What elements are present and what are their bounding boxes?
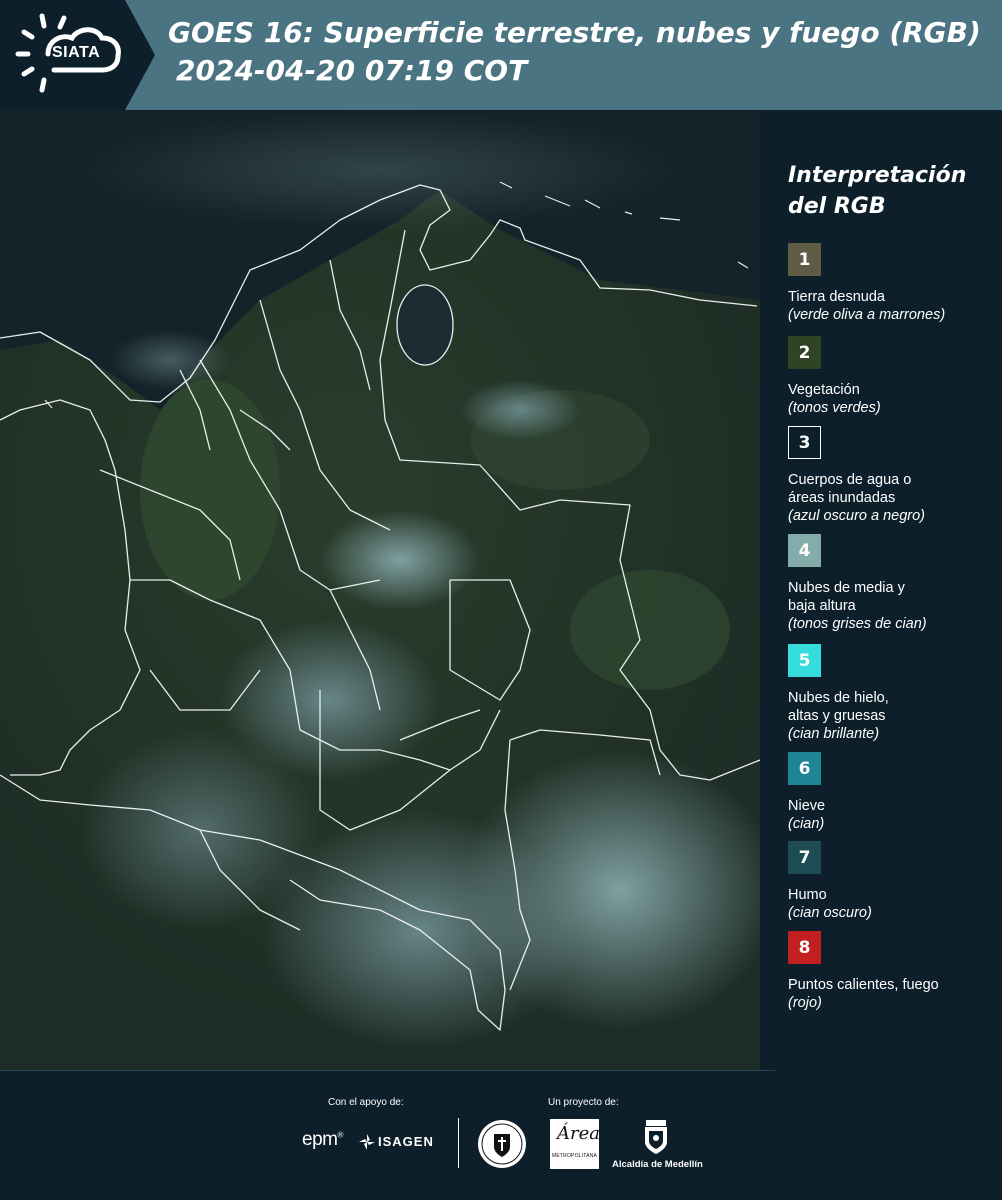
legend-item-sublabel: (rojo) [788, 995, 822, 1011]
legend-item: 4 Nubes de media y baja altura (tonos grise… [788, 534, 1000, 633]
siata-logo-text: SIATA [52, 44, 101, 61]
legend-title-line-1: Interpretación [788, 163, 967, 188]
legend-item-label: Nieve (cian) [788, 797, 1000, 833]
legend-item-sublabel: (tonos verdes) [788, 400, 881, 416]
legend-item-label: Tierra desnuda (verde oliva a marrones) [788, 288, 1000, 324]
satellite-map [0, 110, 760, 1070]
legend-item-label-line: Nubes de media y [788, 580, 905, 596]
legend-item-label-line: Puntos calientes, fuego [788, 977, 939, 993]
legend-item-label-line: áreas inundadas [788, 490, 896, 506]
legend-item: 5 Nubes de hielo, altas y gruesas (cian bri… [788, 644, 1000, 743]
legend-item: 8 Puntos calientes, fuego (rojo) [788, 931, 1000, 1012]
coat-of-arms-icon [645, 1120, 667, 1154]
rgb-legend: Interpretación del RGB [788, 160, 998, 234]
title-line-1: GOES 16: Superficie terrestre, nubes y f… [168, 16, 981, 49]
legend-item-label-line: Nubes de hielo, [788, 690, 889, 706]
legend-item: 7 Humo (cian oscuro) [788, 841, 1000, 922]
legend-item-label-line: Vegetación [788, 382, 860, 398]
legend-swatch: 3 [788, 426, 821, 459]
legend-item-sublabel: (cian) [788, 816, 825, 832]
legend-item-label: Vegetación (tonos verdes) [788, 381, 1000, 417]
legend-swatch: 2 [788, 336, 821, 369]
legend-item-sublabel: (cian brillante) [788, 726, 880, 742]
university-seal-icon [478, 1120, 526, 1168]
legend-item-label: Nubes de media y baja altura (tonos grises… [788, 579, 1000, 633]
footer-vertical-divider [458, 1118, 459, 1168]
legend-swatch: 7 [788, 841, 821, 874]
legend-item-label-line: Cuerpos de agua o [788, 472, 912, 488]
page-title: GOES 16: Superficie terrestre, nubes y f… [168, 14, 998, 90]
isagen-logo: ISAGEN [378, 1134, 434, 1149]
alcaldia-logo-text: Alcaldía de Medellín [612, 1159, 703, 1170]
footer-divider-line [0, 1070, 775, 1071]
legend-item-sublabel: (tonos grises de cian) [788, 616, 927, 632]
legend-item-label: Humo (cian oscuro) [788, 886, 1000, 922]
epm-logo-text: epm [302, 1129, 338, 1150]
legend-item-sublabel: (cian oscuro) [788, 905, 872, 921]
siata-logo: SIATA [0, 0, 155, 110]
legend-swatch: 5 [788, 644, 821, 677]
header: SIATA GOES 16: Superficie terrestre, nub… [0, 0, 1002, 110]
legend-item-label: Nubes de hielo, altas y gruesas (cian bril… [788, 689, 1000, 743]
area-logo-caption: METROPOLITANA [552, 1153, 598, 1159]
legend-item-label-line: Tierra desnuda [788, 289, 885, 305]
legend-item-label-line: baja altura [788, 598, 856, 614]
legend-item-label-line: Humo [788, 887, 827, 903]
legend-item: 3 Cuerpos de agua o áreas inundadas (azul o… [788, 426, 1000, 525]
epm-logo: epm® [302, 1129, 343, 1150]
project-label: Un proyecto de: [548, 1097, 619, 1108]
legend-item: 1 Tierra desnuda (verde oliva a marrones) [788, 243, 1000, 324]
legend-item-label: Cuerpos de agua o áreas inundadas (azul os… [788, 471, 1000, 525]
legend-swatch: 8 [788, 931, 821, 964]
legend-title: Interpretación del RGB [788, 160, 998, 222]
legend-item-label-line: altas y gruesas [788, 708, 886, 724]
legend-item-label: Puntos calientes, fuego (rojo) [788, 976, 1000, 1012]
legend-title-line-2: del RGB [788, 194, 886, 219]
legend-swatch: 6 [788, 752, 821, 785]
legend-item-sublabel: (azul oscuro a negro) [788, 508, 926, 524]
area-metropolitana-logo: Área METROPOLITANA [550, 1119, 600, 1169]
isagen-mark-icon [359, 1134, 375, 1150]
title-line-2: 2024-04-20 07:19 COT [176, 54, 528, 87]
satellite-image [0, 110, 760, 1070]
legend-swatch: 4 [788, 534, 821, 567]
legend-item: 6 Nieve (cian) [788, 752, 1000, 833]
legend-item: 2 Vegetación (tonos verdes) [788, 336, 1000, 417]
legend-item-sublabel: (verde oliva a marrones) [788, 307, 946, 323]
support-label: Con el apoyo de: [328, 1097, 404, 1108]
area-logo-script: Área [557, 1123, 600, 1144]
legend-swatch: 1 [788, 243, 821, 276]
legend-item-label-line: Nieve [788, 798, 826, 814]
